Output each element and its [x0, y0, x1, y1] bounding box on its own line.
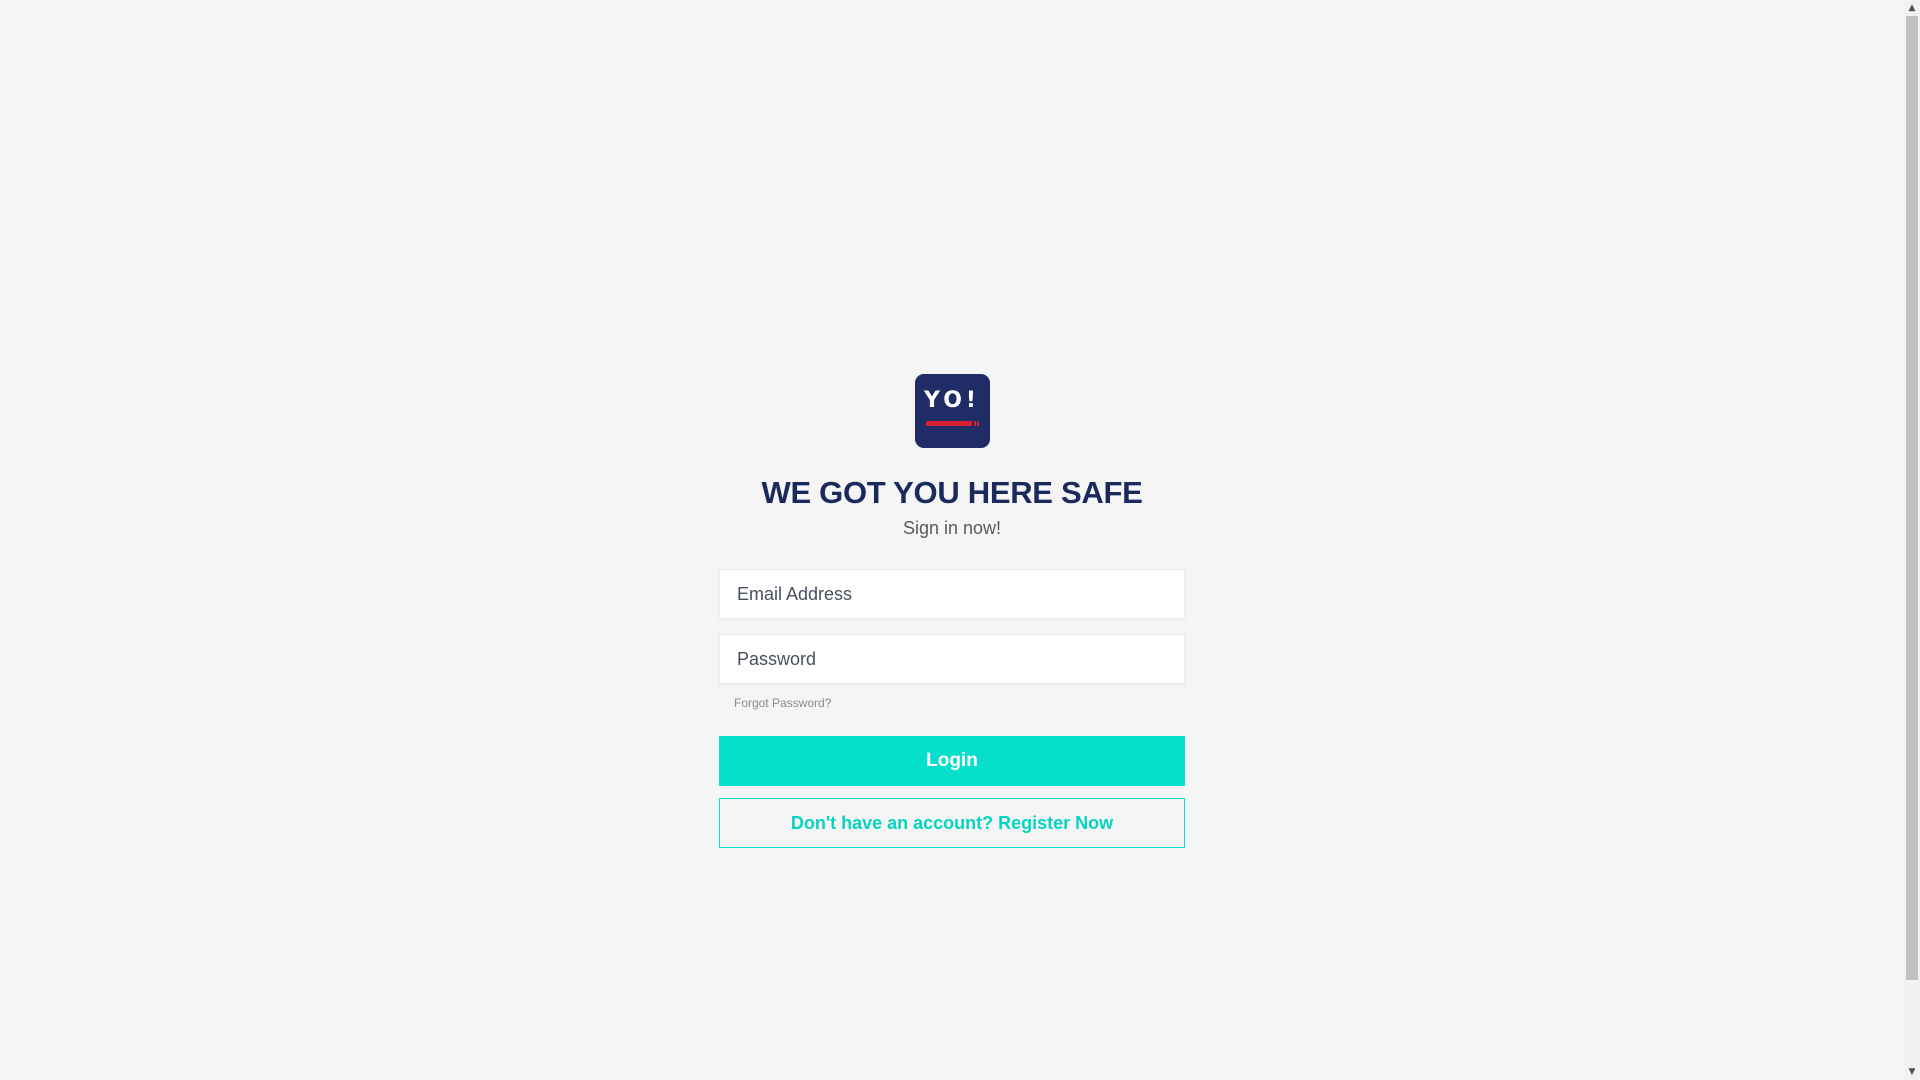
logo-underline [925, 421, 972, 426]
login-button[interactable]: Login [719, 736, 1185, 786]
vertical-scrollbar[interactable]: ▲ ▼ [1904, 0, 1920, 1080]
page-subtitle: Sign in now! [902, 518, 1002, 538]
page-title: WE GOT YOU HERE SAFE [761, 475, 1143, 510]
login-panel: YO! WE GOT YOU HERE SAFE Sign in now! Fo… [719, 374, 1185, 848]
email-field[interactable] [719, 569, 1185, 619]
scroll-up-arrow-icon[interactable]: ▲ [1904, 0, 1920, 16]
page: YO! WE GOT YOU HERE SAFE Sign in now! Fo… [0, 0, 1904, 1080]
forgot-password-link[interactable]: Forgot Password? [734, 696, 831, 710]
register-button[interactable]: Don't have an account? Register Now [719, 798, 1185, 848]
password-field[interactable] [719, 634, 1185, 684]
scrollbar-thumb[interactable] [1906, 16, 1918, 980]
logo-underline-tick [973, 421, 976, 426]
logo-text: YO! [924, 388, 980, 413]
scroll-down-arrow-icon[interactable]: ▼ [1904, 1064, 1920, 1080]
app-logo: YO! [914, 374, 990, 448]
logo-underline-tick [976, 421, 979, 426]
